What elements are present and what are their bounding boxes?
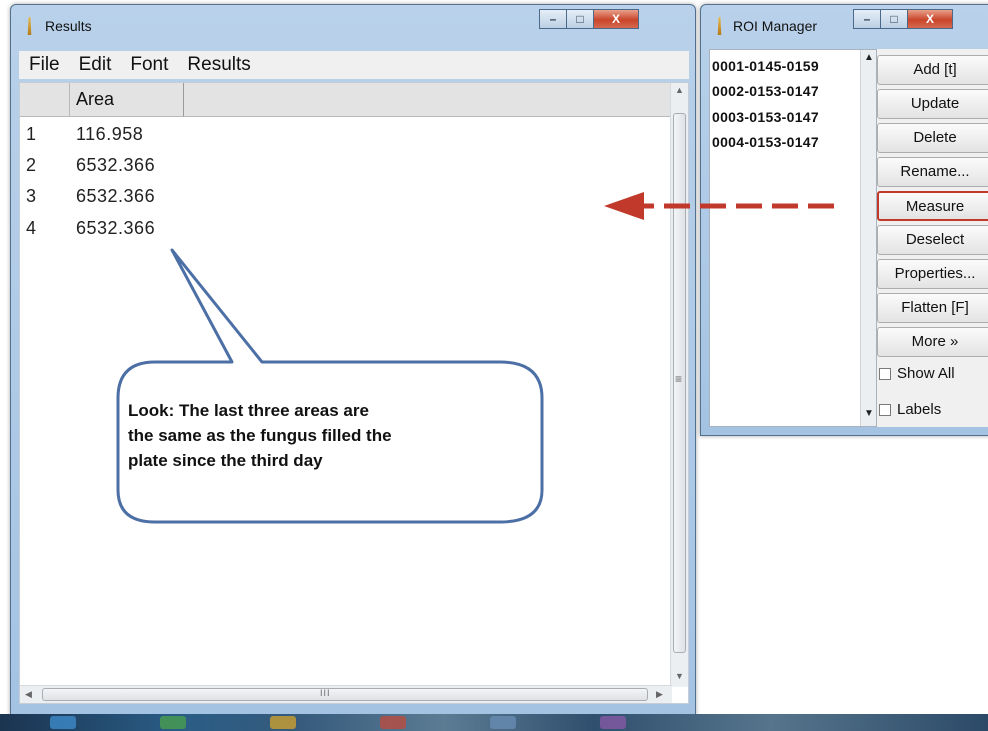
taskbar-app-icon[interactable]	[600, 716, 626, 729]
taskbar-app-icon[interactable]	[490, 716, 516, 729]
taskbar-app-icon[interactable]	[50, 716, 76, 729]
taskbar-app-icon[interactable]	[380, 716, 406, 729]
annotation-arrow	[604, 192, 834, 220]
taskbar	[0, 714, 988, 731]
taskbar-app-icon[interactable]	[160, 716, 186, 729]
taskbar-app-icon[interactable]	[270, 716, 296, 729]
